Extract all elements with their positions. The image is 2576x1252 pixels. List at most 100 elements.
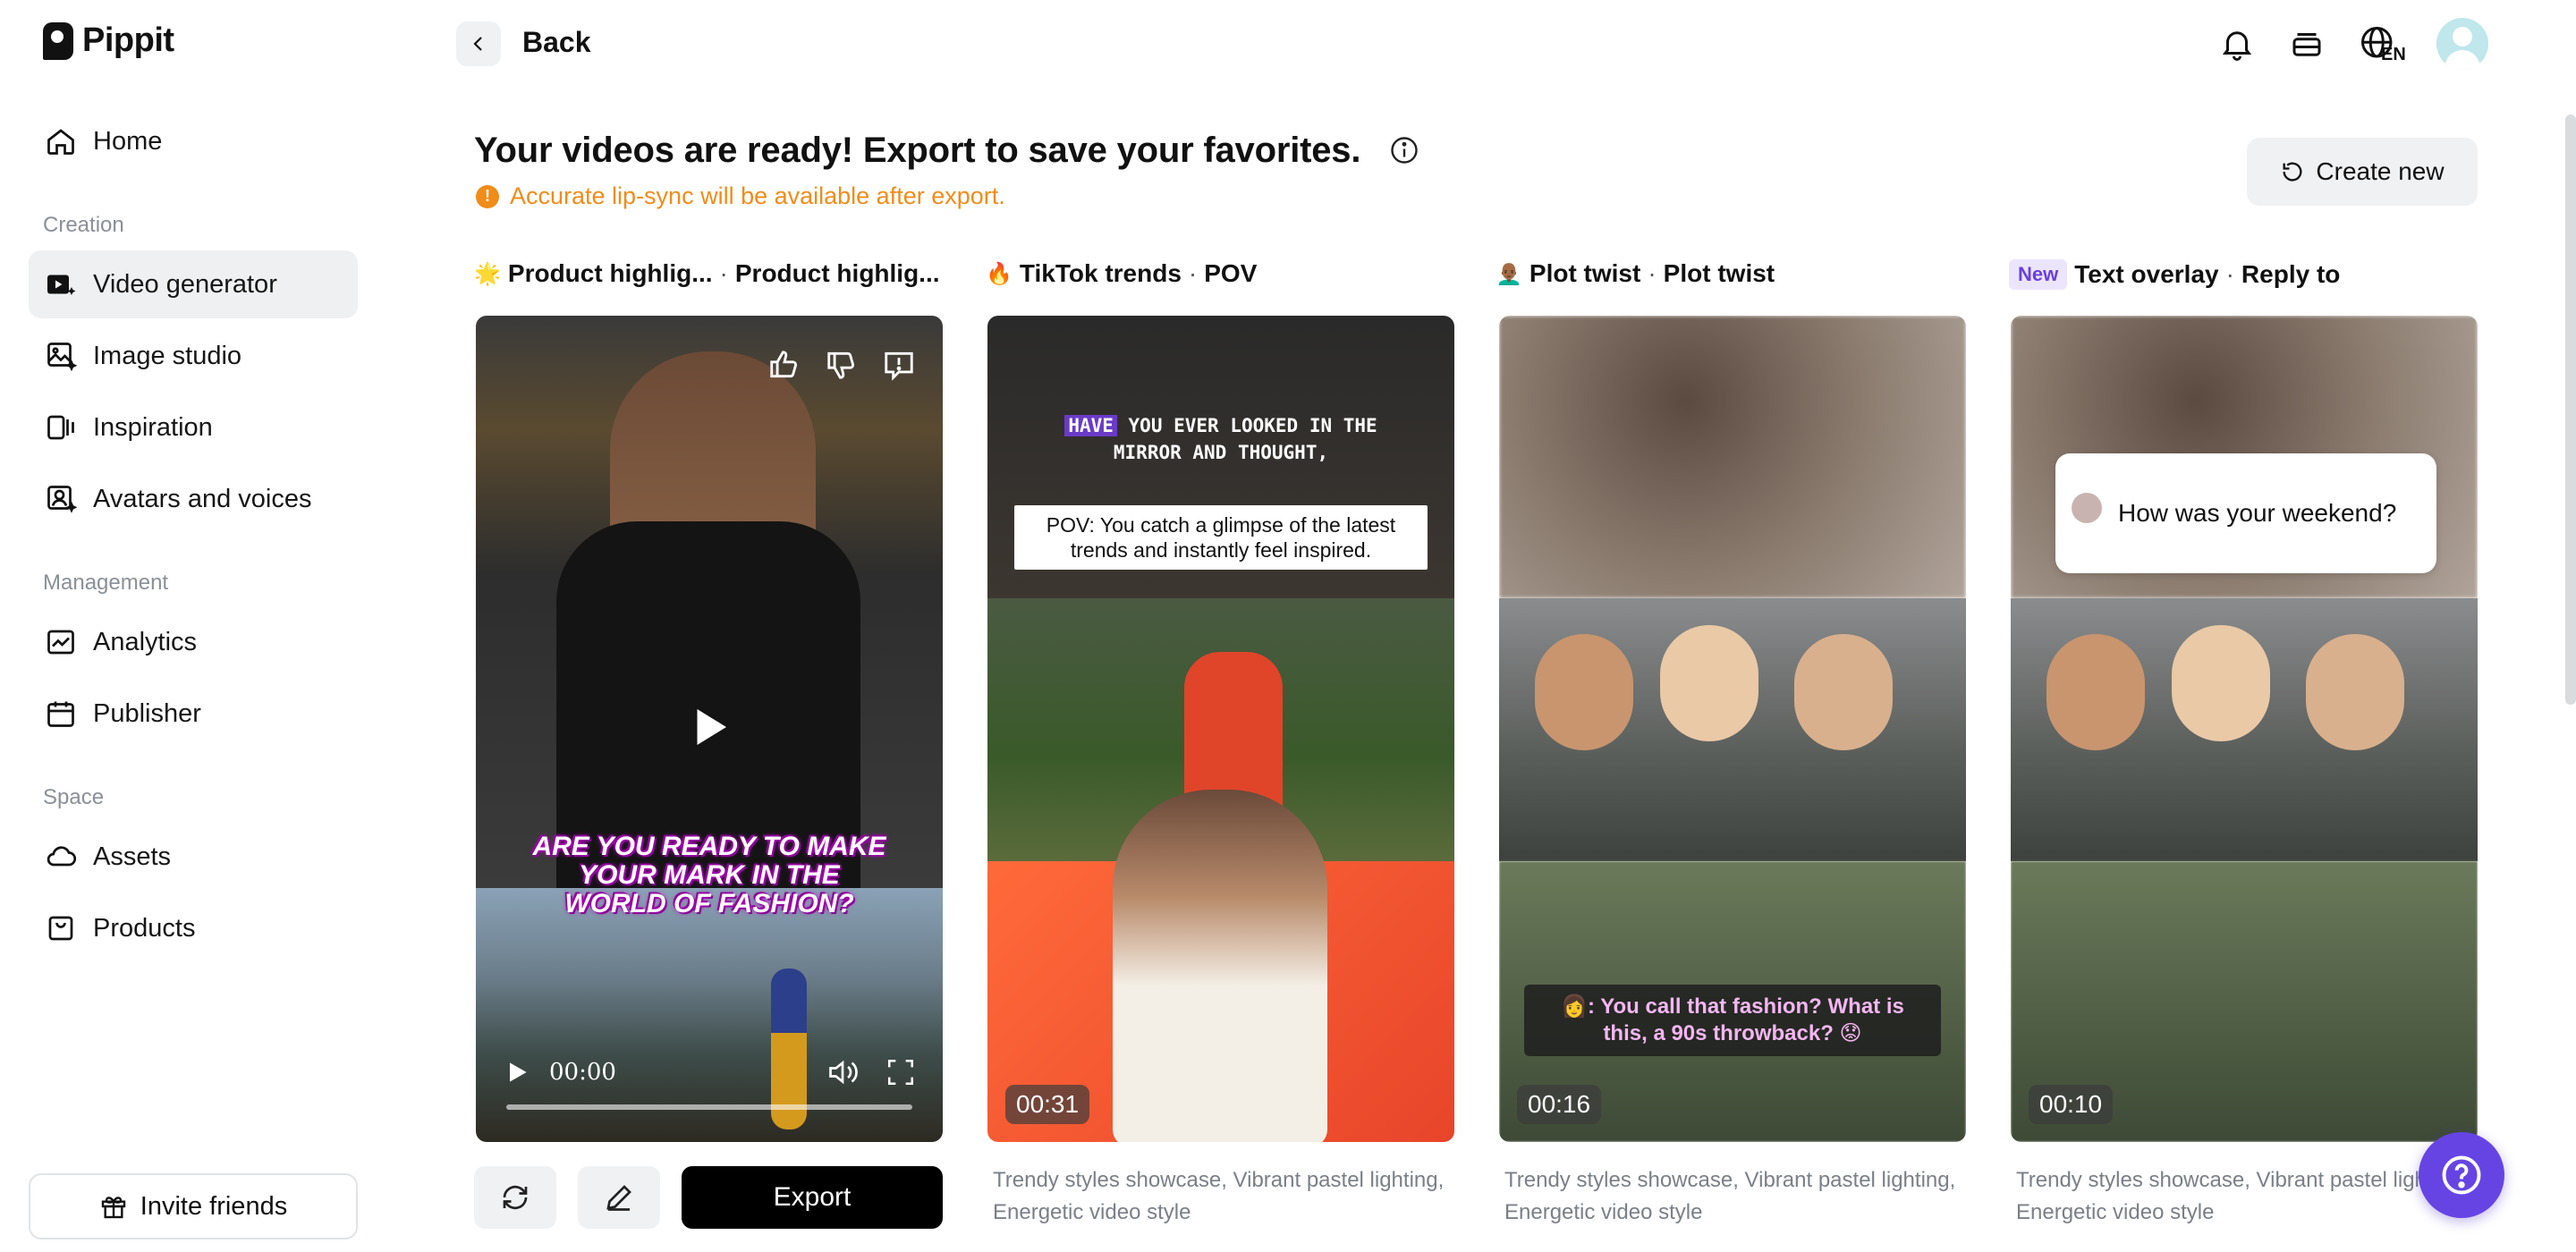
friend-face-3	[1794, 634, 1893, 750]
card-2-title-a: TikTok trends	[1019, 259, 1182, 287]
friend-face-2	[2172, 625, 2270, 741]
blurred-scene-top	[1499, 316, 1966, 598]
sidebar-item-avatars-and-voices[interactable]: Avatars and voices	[29, 465, 358, 533]
card-2-title-b: POV	[1204, 259, 1258, 287]
video-description: Trendy styles showcase, Vibrant pastel l…	[2016, 1168, 2468, 1224]
overlay-highlight: HAVE	[1064, 415, 1117, 436]
volume-icon[interactable]	[826, 1056, 859, 1088]
lip-sync-warning: ! Accurate lip-sync will be available af…	[476, 182, 1005, 210]
feedback-icons	[767, 348, 916, 382]
pippit-logo[interactable]: Pippit	[43, 21, 174, 60]
page-title: Your videos are ready! Export to save yo…	[474, 131, 1361, 170]
sidebar-item-assets[interactable]: Assets	[29, 823, 358, 891]
sidebar-item-label: Publisher	[93, 698, 201, 728]
edit-button[interactable]	[578, 1166, 660, 1229]
friend-face-1	[2046, 634, 2145, 750]
question-icon	[2442, 1155, 2481, 1195]
refresh-icon	[2283, 162, 2302, 182]
player-controls: 00:00	[503, 1056, 916, 1088]
progress-bar[interactable]	[506, 1104, 912, 1110]
friends-scene	[2011, 598, 2478, 861]
sidebar-item-label: Analytics	[93, 627, 198, 656]
card-1-title-a: Product highlig...	[507, 259, 713, 287]
subtitle-box: 👩: You call that fashion? What is this, …	[1524, 985, 1941, 1056]
analytics-icon	[47, 630, 74, 655]
card-4-title-a: Text overlay	[2074, 260, 2219, 288]
thumbs-up-icon[interactable]	[767, 348, 801, 382]
card-3-title: 👨🏾‍🦲 Plot twist · Plot twist	[1496, 259, 1775, 288]
friends-scene	[1499, 598, 1966, 861]
box-icon	[48, 916, 73, 941]
pippit-logo-icon	[43, 21, 73, 60]
current-time: 00:00	[549, 1059, 616, 1086]
video-card-4[interactable]: How was your weekend? 00:10	[2011, 316, 2478, 1142]
back-button[interactable]	[456, 21, 501, 66]
video-description: Trendy styles showcase, Vibrant pastel l…	[1504, 1168, 1956, 1224]
title-separator: ·	[1188, 259, 1198, 287]
credits-button[interactable]	[2284, 21, 2329, 66]
section-management: Management	[43, 571, 169, 595]
stack-icon	[2292, 33, 2321, 56]
title-separator: ·	[1648, 259, 1657, 287]
title-separator: ·	[2225, 260, 2234, 288]
video-duration: 00:31	[1005, 1085, 1090, 1124]
sidebar-item-label: Video generator	[93, 269, 277, 299]
presenter-figure	[1113, 790, 1327, 1142]
gym-scene	[476, 316, 943, 897]
overlay-top-text: HAVE YOU EVER LOOKED IN THE MIRROR AND T…	[987, 412, 1454, 466]
sidebar-item-analytics[interactable]: Analytics	[29, 608, 358, 676]
notifications-button[interactable]	[2215, 21, 2259, 66]
sidebar-item-video-generator[interactable]: Video generator	[29, 250, 358, 318]
create-new-label: Create new	[2316, 157, 2445, 185]
regenerate-icon	[503, 1185, 528, 1210]
language-code: EN	[2381, 45, 2406, 64]
bubble-avatar	[2072, 493, 2102, 523]
video-caption: ARE YOU READY TO MAKE YOUR MARK IN THE W…	[532, 832, 886, 918]
video-card-3[interactable]: 👩: You call that fashion? What is this, …	[1499, 316, 1966, 1142]
invite-friends-button[interactable]: Invite friends	[29, 1173, 358, 1239]
card-1-title-b: Product highlig...	[734, 259, 940, 287]
regenerate-button[interactable]	[474, 1166, 556, 1229]
pov-caption-box: POV: You catch a glimpse of the latest t…	[1014, 505, 1428, 570]
avatar-icon	[47, 486, 77, 513]
card-2-title: 🔥 TikTok trends · POV	[986, 259, 1257, 288]
sidebar-item-image-studio[interactable]: Image studio	[29, 322, 358, 390]
sidebar-item-products[interactable]: Products	[29, 894, 358, 962]
fullscreen-icon[interactable]	[886, 1057, 916, 1087]
sidebar-item-label: Home	[93, 126, 163, 156]
section-space: Space	[43, 785, 105, 809]
report-icon[interactable]	[882, 348, 916, 382]
app-name: Pippit	[82, 21, 174, 59]
help-button[interactable]	[2419, 1132, 2504, 1218]
info-icon[interactable]	[1388, 134, 1420, 166]
image-icon	[47, 343, 77, 372]
sidebar-item-label: Avatars and voices	[93, 484, 312, 513]
video-duration: 00:10	[2029, 1085, 2114, 1124]
export-button[interactable]: Export	[682, 1166, 943, 1229]
video-duration: 00:16	[1517, 1085, 1602, 1124]
sidebar-item-home[interactable]: Home	[29, 107, 358, 175]
video-player-1[interactable]: ARE YOU READY TO MAKE YOUR MARK IN THE W…	[476, 316, 943, 1142]
home-icon	[47, 129, 74, 155]
sidebar-item-publisher[interactable]: Publisher	[29, 680, 358, 748]
video-card-2[interactable]: HAVE YOU EVER LOOKED IN THE MIRROR AND T…	[987, 316, 1454, 1142]
video-description: Trendy styles showcase, Vibrant pastel l…	[993, 1168, 1445, 1224]
card-3-title-a: Plot twist	[1529, 259, 1641, 287]
card-3-title-b: Plot twist	[1663, 259, 1775, 287]
warning-icon: !	[476, 184, 499, 208]
overlay-top: YOU EVER LOOKED IN THE MIRROR AND THOUGH…	[1113, 415, 1377, 463]
friend-face-3	[2306, 634, 2404, 750]
create-new-button[interactable]: Create new	[2247, 138, 2478, 206]
reply-bubble: How was your weekend?	[2055, 453, 2436, 573]
sidebar: Pippit Home Creation Video generator Ima…	[0, 0, 386, 1252]
play-icon[interactable]	[682, 700, 735, 754]
card-4-title: New Text overlay · Reply to	[2009, 259, 2340, 290]
sidebar-item-inspiration[interactable]: Inspiration	[29, 393, 358, 461]
user-avatar[interactable]	[2436, 18, 2488, 70]
play-small-icon[interactable]	[503, 1058, 531, 1087]
page-scrollbar[interactable]	[2565, 114, 2576, 705]
thumbs-down-icon[interactable]	[825, 348, 859, 382]
bubble-text: How was your weekend?	[2118, 499, 2397, 527]
person-icon: 👨🏾‍🦲	[1496, 261, 1522, 286]
back-label[interactable]: Back	[522, 26, 591, 59]
